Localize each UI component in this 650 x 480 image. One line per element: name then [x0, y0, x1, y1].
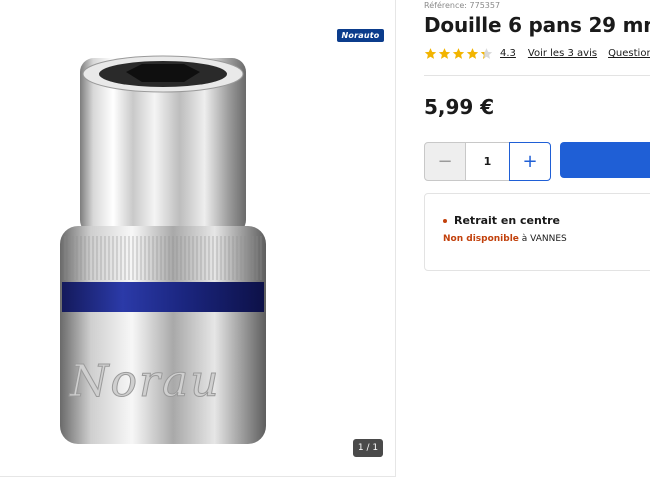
product-gallery[interactable]: Norauto Norau 1 / 1: [0, 0, 396, 477]
availability-card: Retrait en centre Non disponible à VANNE…: [424, 193, 650, 271]
brand-logo: Norauto: [337, 29, 384, 42]
store-city[interactable]: VANNES: [530, 234, 567, 244]
quantity-increase-button[interactable]: +: [509, 142, 551, 181]
rating-row: 4.3 Voir les 3 avis Question: [424, 47, 650, 60]
image-counter: 1 / 1: [353, 439, 383, 457]
star-full-icon: [438, 48, 451, 59]
product-image[interactable]: Norau: [56, 50, 270, 450]
pickup-line: Retrait en centre: [443, 214, 560, 227]
stock-connector: à: [521, 234, 528, 244]
stock-line: Non disponible à VANNES: [443, 234, 567, 244]
star-full-icon: [452, 48, 465, 59]
questions-link[interactable]: Question: [608, 48, 650, 59]
quantity-value[interactable]: 1: [466, 142, 509, 181]
product-price: 5,99 €: [424, 95, 495, 119]
add-to-cart-button[interactable]: [560, 142, 650, 178]
rating-value[interactable]: 4.3: [500, 48, 516, 59]
quantity-stepper: − 1 +: [424, 142, 551, 181]
stock-status: Non disponible: [443, 234, 519, 244]
star-partial-icon: [480, 48, 493, 59]
pickup-title: Retrait en centre: [454, 214, 560, 227]
product-title: Douille 6 pans 29 mm c: [424, 13, 650, 37]
divider: [424, 75, 650, 76]
reviews-link[interactable]: Voir les 3 avis: [528, 48, 597, 59]
rating-stars: [424, 47, 494, 60]
product-page: Norauto Norau 1 / 1 Référence: 775357 Do…: [0, 0, 650, 480]
quantity-decrease-button[interactable]: −: [424, 142, 466, 181]
star-full-icon: [466, 48, 479, 59]
svg-text:Norau: Norau: [69, 356, 221, 407]
star-full-icon: [424, 48, 437, 59]
status-dot-icon: [443, 218, 447, 223]
product-reference: Référence: 775357: [424, 1, 501, 10]
